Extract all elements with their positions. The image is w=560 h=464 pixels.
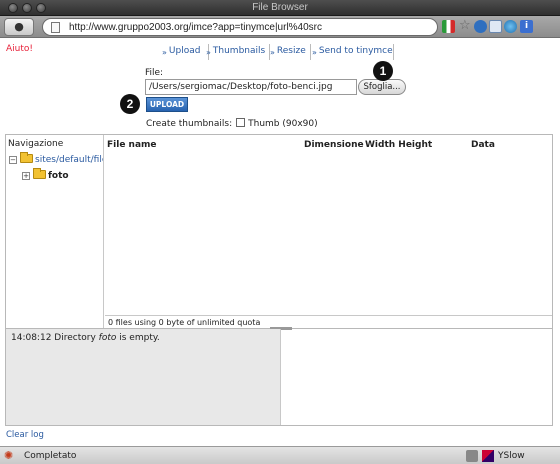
address-bar-url[interactable]: http://www.gruppo2003.org/imce?app=tinym… (69, 22, 322, 33)
file-path-input[interactable]: /Users/sergiomac/Desktop/foto-benci.jpg (145, 79, 357, 95)
window-title: File Browser (252, 2, 308, 13)
tree-item-label[interactable]: foto (48, 171, 69, 181)
address-bar[interactable]: http://www.gruppo2003.org/imce?app=tinym… (42, 18, 438, 36)
page-icon (51, 22, 60, 33)
tab-label: Upload (168, 46, 201, 56)
tab-label: Thumbnails (212, 46, 266, 56)
file-browser-panel: Navigazione − sites/default/files + foto F… (5, 134, 553, 329)
thumb-option-label[interactable]: Thumb (90x90) (248, 119, 318, 129)
chevron-right-icon: » (270, 48, 275, 57)
chevron-right-icon: » (162, 48, 167, 57)
tab-label: Send to tinymce (318, 46, 393, 56)
navigation-title: Navigazione (8, 139, 64, 149)
log-messages: 14:08:12 Directory foto is empty. (6, 329, 281, 425)
status-text: Completato (24, 451, 77, 461)
log-time: 14:08:12 (11, 333, 52, 343)
bookmark-button[interactable]: ● (4, 18, 34, 36)
tree-item-root[interactable]: − sites/default/files (9, 152, 103, 165)
file-label: File: (145, 68, 164, 78)
feed-icon[interactable] (474, 20, 487, 33)
help-link[interactable]: Aiuto! (6, 44, 33, 54)
chevron-right-icon: » (312, 48, 317, 57)
tab-label: Resize (276, 46, 306, 56)
folder-icon (33, 168, 46, 179)
column-width-height[interactable]: Width Height (365, 140, 432, 150)
column-date[interactable]: Data (471, 140, 495, 150)
clear-log-link[interactable]: Clear log (6, 430, 44, 440)
vertical-resize-handle[interactable] (103, 221, 104, 241)
tab-upload[interactable]: » Upload (162, 46, 201, 57)
browser-toolbar: ● http://www.gruppo2003.org/imce?app=tin… (0, 16, 560, 38)
globe-icon[interactable] (504, 20, 517, 33)
folder-icon (20, 152, 33, 163)
expand-icon[interactable]: + (22, 172, 30, 180)
log-message-post: is empty. (119, 333, 160, 343)
log-message-pre: Directory (54, 333, 96, 343)
step-badge-2: 2 (120, 94, 140, 114)
column-file-name[interactable]: File name (107, 140, 157, 150)
yslow-label[interactable]: YSlow (498, 451, 525, 461)
thumbnails-option: Create thumbnails: Thumb (90x90) (146, 118, 318, 129)
collapse-icon[interactable]: − (9, 156, 17, 164)
browser-statusbar: ✺ Completato YSlow (0, 446, 560, 464)
tab-resize[interactable]: » Resize (270, 46, 306, 57)
upload-button[interactable]: UPLOAD (146, 97, 188, 112)
log-directory: foto (98, 333, 117, 343)
star-icon[interactable]: ☆ (459, 19, 472, 33)
chevron-right-icon: » (206, 48, 211, 57)
quota-status: 0 files using 0 byte of unlimited quota (105, 315, 552, 328)
mail-icon[interactable] (489, 20, 502, 33)
yslow-icon[interactable] (482, 450, 494, 462)
log-panel: 14:08:12 Directory foto is empty. (5, 327, 553, 426)
tab-divider (310, 44, 311, 60)
window-titlebar: File Browser (0, 0, 560, 16)
flag-italy-icon[interactable] (442, 20, 455, 33)
thumbnails-label: Create thumbnails: (146, 119, 233, 129)
tree-item-foto[interactable]: + foto (22, 168, 69, 181)
thumb-checkbox[interactable] (236, 118, 246, 127)
file-list-pane: File name Dimensione Width Height Data 0… (105, 135, 552, 328)
tab-divider (393, 44, 394, 60)
step-badge-1: 1 (373, 61, 393, 81)
tree-item-label[interactable]: sites/default/files (35, 155, 103, 165)
info-icon[interactable]: i (520, 20, 533, 33)
column-size[interactable]: Dimensione (304, 140, 364, 150)
tab-thumbnails[interactable]: » Thumbnails (206, 46, 266, 57)
log-entry: 14:08:12 Directory foto is empty. (11, 333, 160, 343)
tools-icon[interactable] (466, 450, 478, 462)
tab-send-to-tinymce[interactable]: » Send to tinymce (312, 46, 393, 57)
firefox-menu-icon: ● (14, 20, 24, 33)
navigation-pane: Navigazione − sites/default/files + foto (6, 135, 104, 328)
browse-button[interactable]: Sfoglia... (358, 79, 406, 95)
firebug-icon[interactable]: ✺ (4, 450, 16, 462)
